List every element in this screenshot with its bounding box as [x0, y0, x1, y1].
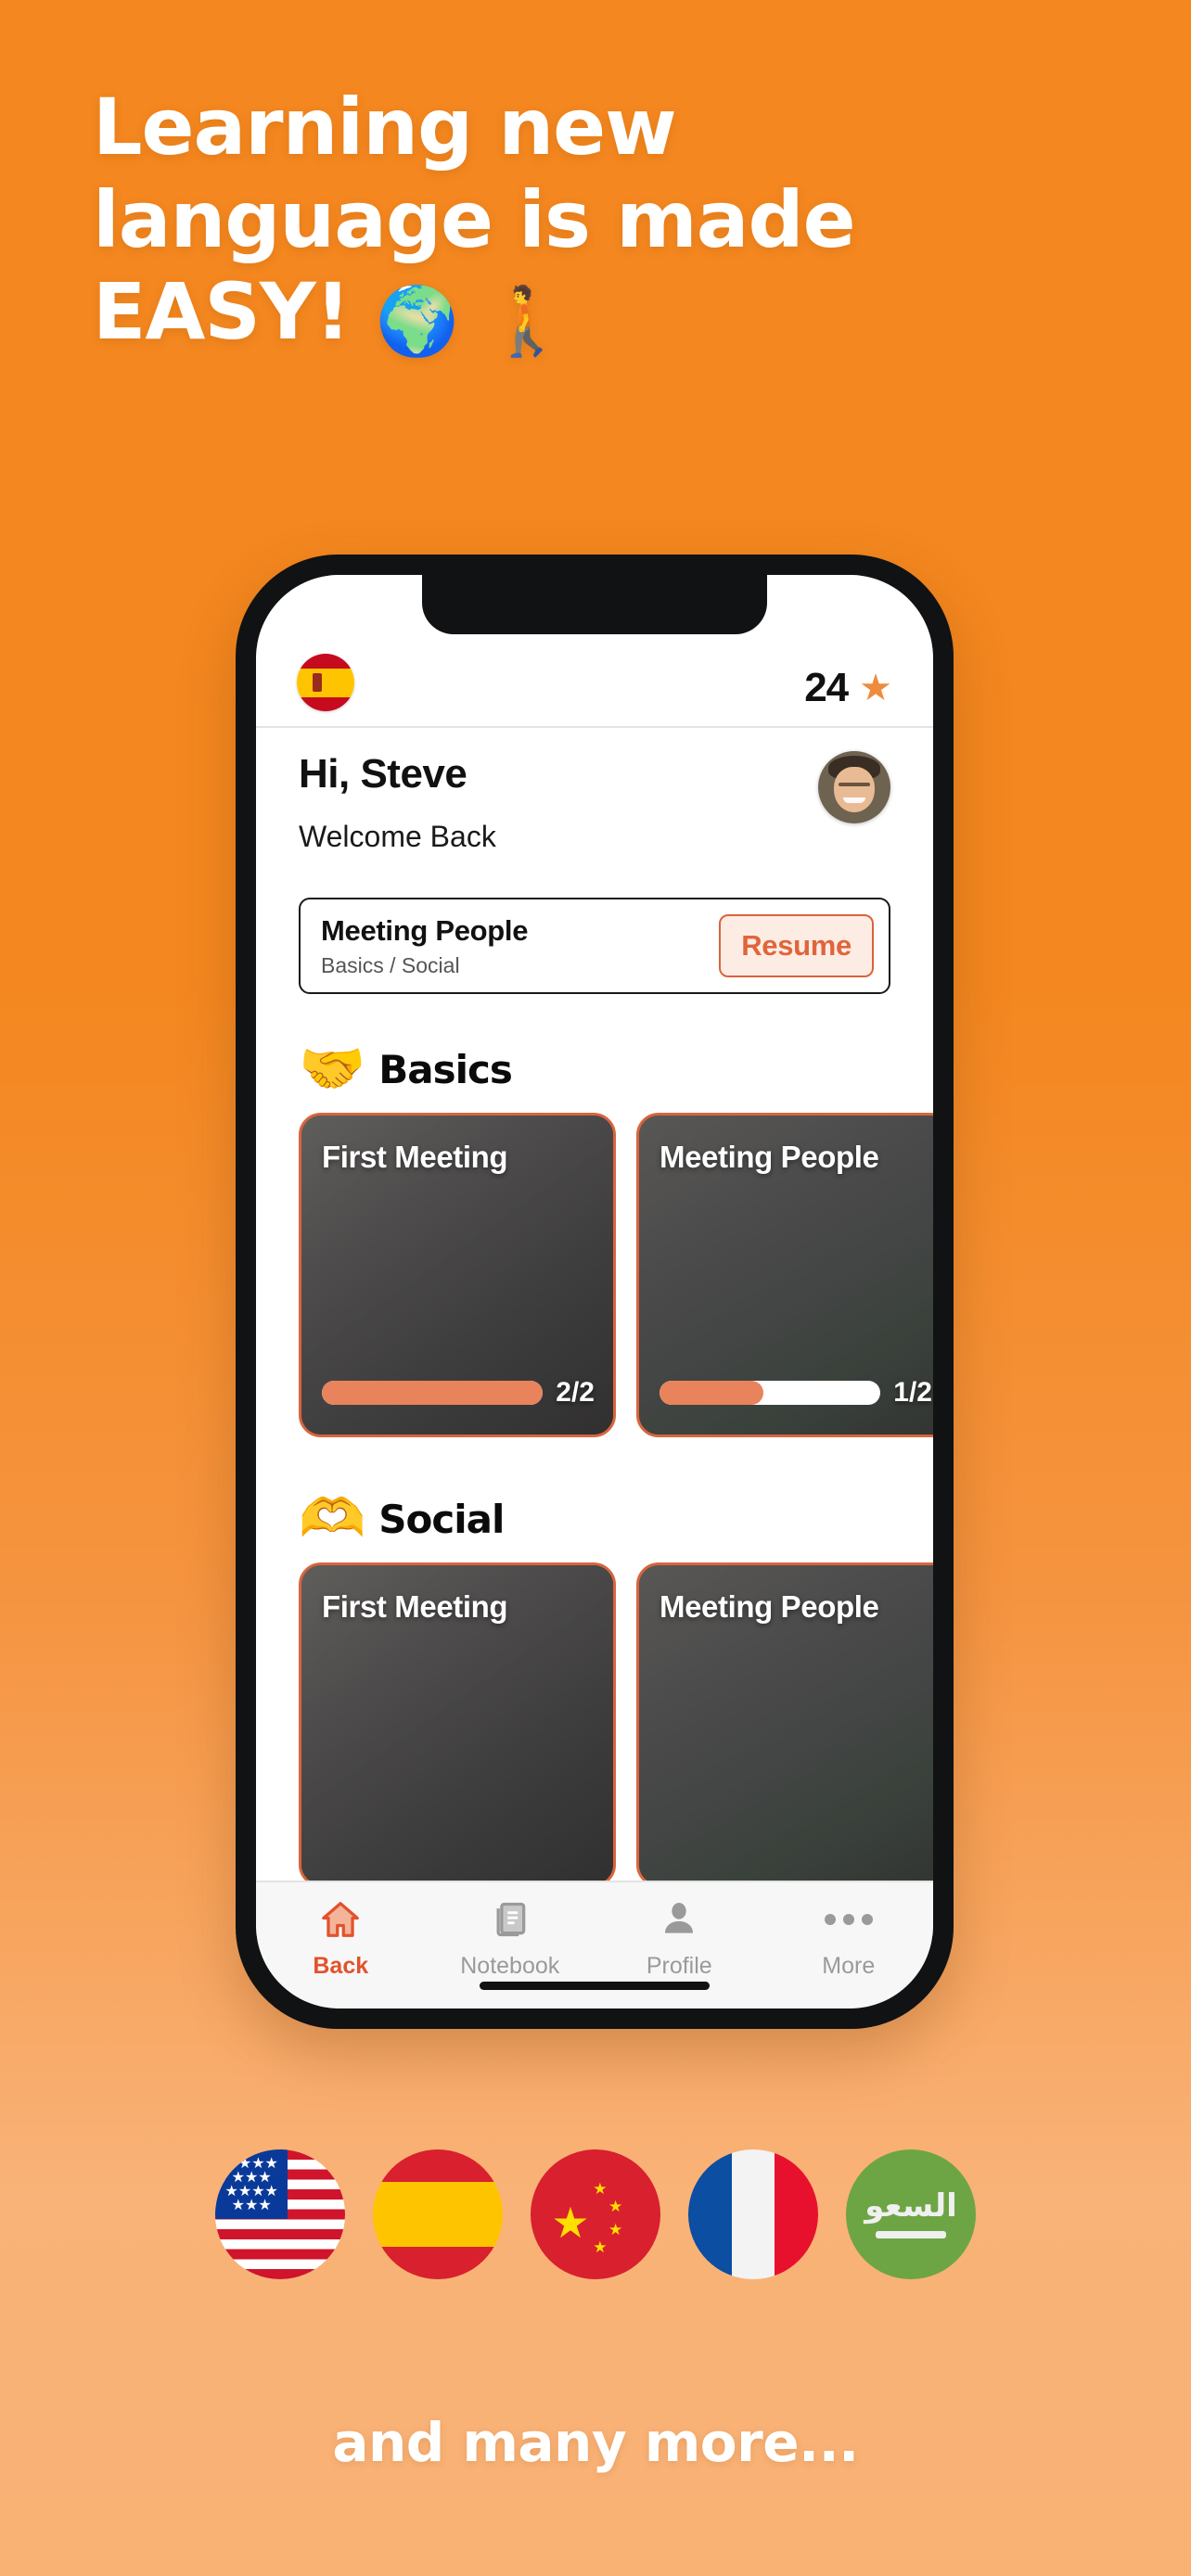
section-social-card-list[interactable]: First Meeting Meeting People G A [256, 1562, 933, 1887]
lesson-card[interactable]: Meeting People 1/2 [636, 1113, 933, 1437]
phone-mockup: 24 ★ Hi, Steve Welcome Back Meeting Peop… [236, 555, 954, 2029]
handshake-icon: 🤝 [299, 1039, 366, 1099]
home-indicator [480, 1982, 710, 1990]
flag-saudi-arabia[interactable]: السعو [846, 2149, 976, 2279]
greeting-subtitle: Welcome Back [299, 820, 496, 853]
star-icon: ★ [859, 668, 892, 708]
progress-bar [322, 1381, 544, 1405]
resume-button[interactable]: Resume [719, 914, 874, 977]
continue-lesson-card[interactable]: Meeting People Basics / Social Resume [299, 898, 890, 994]
tab-notebook-label: Notebook [460, 1952, 560, 1979]
points-value: 24 [804, 665, 849, 710]
lesson-card-footer: 1/2 [660, 1377, 932, 1409]
globe-icon: 🌍 [376, 282, 459, 361]
flag-france[interactable] [688, 2149, 818, 2279]
headline-line-3-text: EASY! [93, 266, 351, 358]
headline-line-1: Learning new [93, 82, 677, 172]
tab-more[interactable]: More [764, 1882, 934, 1992]
home-icon [319, 1895, 362, 1944]
lesson-card-footer: 2/2 [322, 1377, 595, 1409]
progress-count: 1/2 [893, 1377, 932, 1408]
sword-icon [876, 2231, 946, 2238]
lesson-card[interactable]: First Meeting 2/2 [299, 1113, 616, 1437]
tab-profile[interactable]: Profile [595, 1882, 764, 1992]
points-badge[interactable]: 24 ★ [804, 665, 892, 711]
person-icon [659, 1895, 699, 1944]
continue-lesson-info: Meeting People Basics / Social [321, 914, 528, 978]
greeting-block: Hi, Steve Welcome Back [256, 751, 933, 854]
people-hands-icon: 🫶 [299, 1488, 366, 1549]
section-basics: 🤝 Basics First Meeting 2/2 Meeting Peopl… [256, 1029, 933, 1437]
section-social-header: 🫶 Social [256, 1479, 933, 1559]
phone-notch [422, 575, 767, 634]
tab-profile-label: Profile [646, 1952, 712, 1979]
lesson-card-title: First Meeting [322, 1140, 508, 1174]
lesson-card[interactable]: Meeting People [636, 1562, 933, 1887]
flag-saudi-text: السعو [864, 2187, 957, 2225]
continue-lesson-path: Basics / Social [321, 952, 460, 977]
progress-count: 2/2 [556, 1377, 595, 1408]
greeting-text: Hi, Steve Welcome Back [299, 751, 496, 854]
walking-person-icon: 🚶 [485, 282, 569, 361]
tab-back-label: Back [313, 1952, 369, 1979]
lesson-card-title: Meeting People [660, 1589, 879, 1624]
language-flag-row: ★★★★ ★★★ ★★★★ ★★★ ★ ★ ★ ★ ★ السعو [0, 2149, 1191, 2279]
tab-back[interactable]: Back [256, 1882, 426, 1992]
tab-notebook[interactable]: Notebook [426, 1882, 596, 1992]
avatar[interactable] [818, 751, 890, 823]
lesson-card-title: First Meeting [322, 1589, 508, 1624]
headline-line-2: language is made [93, 173, 856, 265]
section-basics-title: Basics [378, 1046, 513, 1092]
footer-caption: and many more... [332, 2411, 859, 2474]
greeting-name: Hi, Steve [299, 751, 467, 797]
section-social: 🫶 Social First Meeting Meeting People G … [256, 1479, 933, 1887]
notebook-icon [490, 1895, 531, 1944]
progress-bar [660, 1381, 881, 1405]
ellipsis-icon [824, 1895, 873, 1944]
lesson-card-title: Meeting People [660, 1140, 879, 1174]
flag-spain[interactable] [373, 2149, 503, 2279]
headline-line-3: EASY! 🌍 🚶 [93, 273, 1132, 356]
spain-flag-icon[interactable] [297, 654, 354, 711]
section-basics-header: 🤝 Basics [256, 1029, 933, 1109]
promo-headline: Learning new language is made EASY! 🌍 🚶 [93, 82, 1132, 369]
section-social-title: Social [378, 1496, 505, 1542]
phone-screen: 24 ★ Hi, Steve Welcome Back Meeting Peop… [256, 575, 933, 2009]
flag-china[interactable]: ★ ★ ★ ★ ★ [531, 2149, 660, 2279]
lesson-card[interactable]: First Meeting [299, 1562, 616, 1887]
tab-more-label: More [822, 1952, 876, 1979]
flag-united-states[interactable]: ★★★★ ★★★ ★★★★ ★★★ [215, 2149, 345, 2279]
section-basics-card-list[interactable]: First Meeting 2/2 Meeting People 1/2 [256, 1113, 933, 1437]
continue-lesson-title: Meeting People [321, 913, 529, 947]
